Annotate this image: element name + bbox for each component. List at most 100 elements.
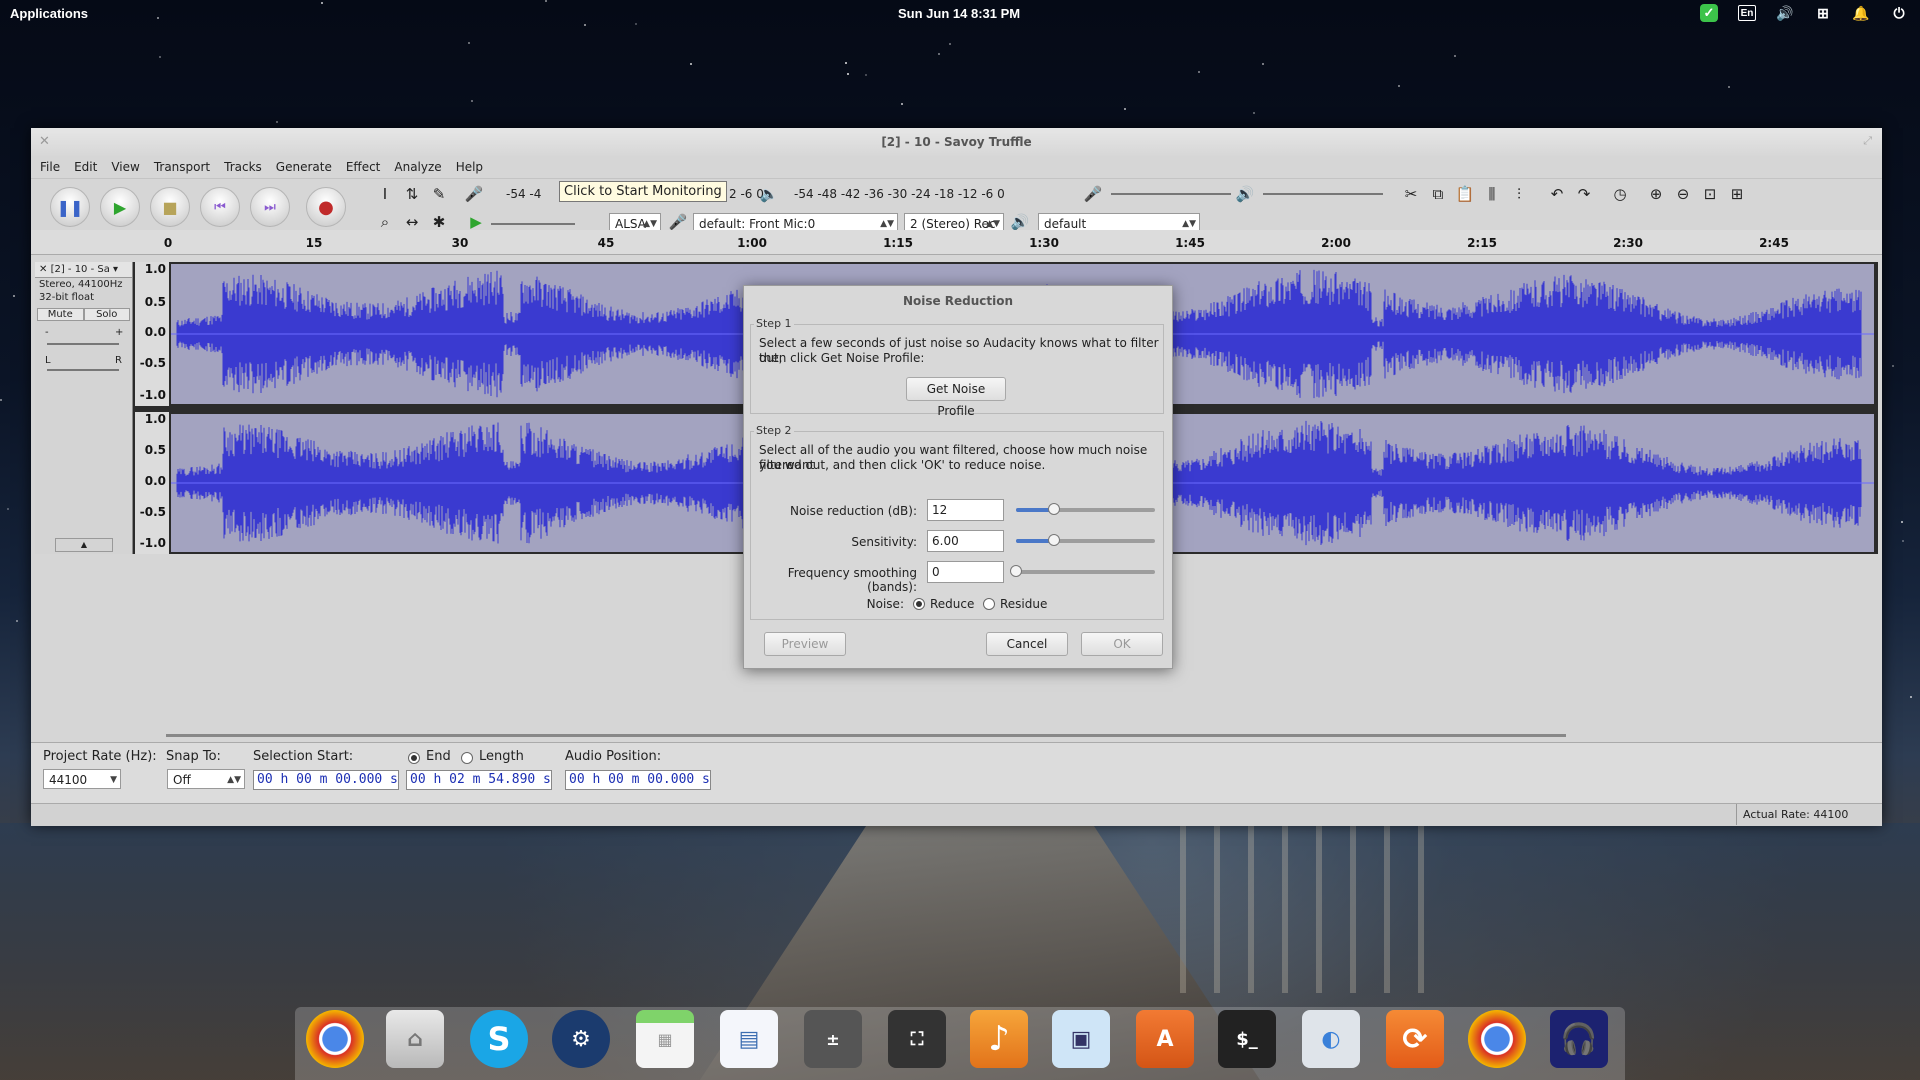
star (948, 42, 951, 45)
headphones-icon[interactable]: 🎧 (1550, 1010, 1608, 1068)
menu-effect[interactable]: Effect (341, 156, 390, 178)
skip-to-start-button[interactable]: ⏮ (200, 187, 240, 227)
calculator-icon[interactable]: ± (804, 1010, 862, 1068)
silence-audio-icon[interactable]: ⫶ (1508, 183, 1530, 205)
timeline-ruler[interactable]: 0 15 30 45 1:00 1:15 1:30 1:45 2:00 2:15… (31, 230, 1882, 255)
play-speed-slider[interactable] (491, 223, 575, 225)
fit-project-icon[interactable]: ⊞ (1726, 183, 1748, 205)
track-close-icon[interactable]: ✕ (39, 264, 51, 275)
screenshot-icon[interactable]: ⛶ (888, 1010, 946, 1068)
sensitivity-input[interactable]: 6.00 (927, 530, 1004, 552)
vertical-scale-top[interactable]: 1.0 0.5 0.0 -0.5 -1.0 (135, 262, 169, 406)
skip-to-end-button[interactable]: ⏭ (250, 187, 290, 227)
sensitivity-slider[interactable] (1016, 534, 1155, 546)
undo-icon[interactable]: ↶ (1546, 183, 1568, 205)
sync-lock-icon[interactable]: ◷ (1609, 183, 1631, 205)
keyboard-layout-indicator[interactable]: En (1738, 5, 1756, 21)
cut-icon[interactable]: ✂ (1400, 183, 1422, 205)
step1-text-2: then click Get Noise Profile: (759, 351, 925, 365)
cancel-button[interactable]: Cancel (986, 632, 1068, 656)
redo-icon[interactable]: ↷ (1573, 183, 1595, 205)
residue-radio[interactable] (983, 598, 995, 610)
skype-icon[interactable]: S (470, 1010, 528, 1068)
star (13, 295, 16, 298)
pan-slider[interactable] (47, 369, 119, 371)
mic-volume-slider[interactable] (1111, 193, 1231, 195)
speaker-volume-slider[interactable] (1263, 193, 1383, 195)
power-icon[interactable]: ⏻ (1890, 4, 1908, 22)
checkmark-icon[interactable]: ✓ (1700, 4, 1718, 22)
selection-start-time[interactable]: 00 h 00 m 00.000 s (253, 770, 399, 790)
ok-button[interactable]: OK (1081, 632, 1163, 656)
frequency-smoothing-input[interactable]: 0 (927, 561, 1004, 583)
noise-reduction-label: Noise reduction (dB): (789, 504, 917, 518)
star (7, 508, 10, 511)
files-icon[interactable]: ⌂ (386, 1010, 444, 1068)
noise-reduction-slider[interactable] (1016, 503, 1155, 515)
chrome-icon[interactable] (1468, 1010, 1526, 1068)
collapse-track-button[interactable]: ▲ (55, 538, 113, 552)
zoom-in-icon[interactable]: ⊕ (1645, 183, 1667, 205)
chrome-icon[interactable] (306, 1010, 364, 1068)
menu-analyze[interactable]: Analyze (389, 156, 450, 178)
calendar-icon[interactable]: ▦ (636, 1010, 694, 1068)
draw-tool-icon[interactable]: ✎ (428, 183, 450, 205)
playback-meter-scale[interactable]: -54 -48 -42 -36 -30 -24 -18 -12 -6 0 (794, 187, 1005, 201)
record-meter-scale[interactable]: -54 -4 (506, 187, 541, 201)
menu-help[interactable]: Help (451, 156, 492, 178)
zoom-out-icon[interactable]: ⊖ (1672, 183, 1694, 205)
network-icon[interactable]: ⊞ (1814, 4, 1832, 22)
solo-button[interactable]: Solo (83, 308, 130, 321)
fit-selection-icon[interactable]: ⊡ (1699, 183, 1721, 205)
music-icon[interactable]: ♪ (970, 1010, 1028, 1068)
frequency-smoothing-slider[interactable] (1010, 565, 1155, 577)
applications-menu[interactable]: Applications (10, 6, 88, 21)
steam-icon[interactable]: ⚙ (552, 1010, 610, 1068)
get-noise-profile-button[interactable]: Get Noise Profile (906, 377, 1006, 418)
software-updater-icon[interactable]: ⟳ (1386, 1010, 1444, 1068)
preview-button[interactable]: Preview (764, 632, 846, 656)
menu-tracks[interactable]: Tracks (219, 156, 271, 178)
audio-position-time[interactable]: 00 h 00 m 00.000 s (565, 770, 711, 790)
photos-icon[interactable]: ▣ (1052, 1010, 1110, 1068)
selection-end-time[interactable]: 00 h 02 m 54.890 s (406, 770, 552, 790)
gain-slider[interactable] (47, 343, 119, 345)
track-name-menu[interactable]: ✕ [2] - 10 - Sa ▾ (35, 262, 132, 278)
volume-icon[interactable]: 🔊 (1776, 4, 1794, 22)
reduce-radio[interactable] (913, 598, 925, 610)
notification-bell-icon[interactable]: 🔔 (1852, 4, 1870, 22)
app-center-icon[interactable]: A (1136, 1010, 1194, 1068)
play-button[interactable]: ▶ (100, 187, 140, 227)
mute-button[interactable]: Mute (37, 308, 84, 321)
step1-legend: Step 1 (754, 317, 794, 330)
stop-button[interactable]: ■ (150, 187, 190, 227)
length-radio[interactable] (461, 752, 473, 764)
clock[interactable]: Sun Jun 14 8:31 PM (898, 6, 1020, 21)
start-monitoring-tooltip[interactable]: Click to Start Monitoring (559, 181, 727, 202)
record-button[interactable]: ● (306, 187, 346, 227)
copy-icon[interactable]: ⧉ (1427, 183, 1449, 205)
switchboard-icon[interactable]: ◐ (1302, 1010, 1360, 1068)
pause-button[interactable]: ❚❚ (50, 187, 90, 227)
actual-rate: Actual Rate: 44100 (1736, 804, 1882, 825)
trim-audio-icon[interactable]: ⫼ (1481, 183, 1503, 205)
track-control-panel[interactable]: ✕ [2] - 10 - Sa ▾ Stereo, 44100Hz 32-bit… (35, 262, 133, 554)
window-titlebar[interactable]: ✕ [2] - 10 - Savoy Truffle ⤢ (31, 128, 1882, 156)
menu-file[interactable]: File (35, 156, 69, 178)
menu-view[interactable]: View (106, 156, 148, 178)
menu-generate[interactable]: Generate (271, 156, 341, 178)
noise-reduction-input[interactable]: 12 (927, 499, 1004, 521)
snap-to-select[interactable]: Off ▲▼ (167, 769, 245, 789)
horizontal-scrollbar[interactable] (166, 734, 1566, 737)
menu-edit[interactable]: Edit (69, 156, 106, 178)
end-radio[interactable] (408, 752, 420, 764)
project-rate-select[interactable]: 44100 ▼ (43, 769, 121, 789)
document-viewer-icon[interactable]: ▤ (720, 1010, 778, 1068)
menu-transport[interactable]: Transport (149, 156, 219, 178)
vertical-scale-bottom[interactable]: 1.0 0.5 0.0 -0.5 -1.0 (135, 412, 169, 554)
envelope-tool-icon[interactable]: ⇅ (401, 183, 423, 205)
selection-tool-icon[interactable]: I (374, 183, 396, 205)
window-maximize-icon[interactable]: ⤢ (1863, 134, 1872, 148)
terminal-icon[interactable]: $_ (1218, 1010, 1276, 1068)
paste-icon[interactable]: 📋 (1454, 183, 1476, 205)
